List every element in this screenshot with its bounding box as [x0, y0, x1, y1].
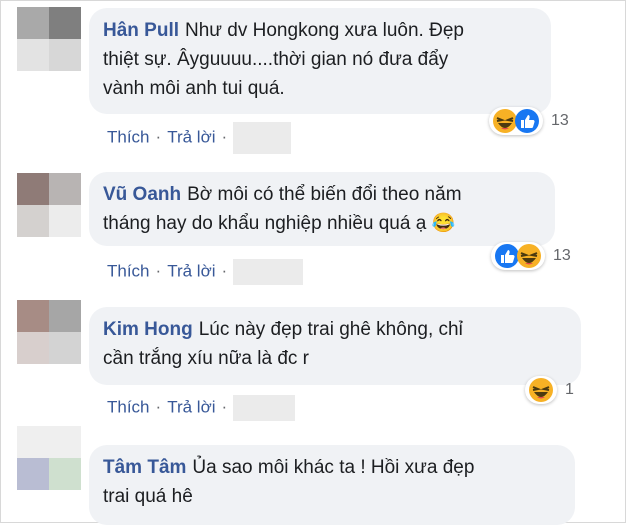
reaction-count: 13 [553, 247, 571, 264]
comment-bubble: Vũ Oanh Bờ môi có thể biến đổi theo năm t… [89, 172, 555, 246]
avatar-tile [49, 332, 81, 364]
comment-text-line: vành môi anh tui quá. [103, 78, 285, 99]
comment-author[interactable]: Hân Pull [103, 20, 179, 41]
avatar[interactable] [17, 173, 81, 237]
avatar-tile [17, 458, 49, 490]
comment-text-line: Lúc này đẹp trai ghê không, chỉ [198, 319, 463, 340]
comment-text-line: Bờ môi có thể biến đổi theo năm [187, 184, 462, 205]
avatar-tile [17, 173, 49, 205]
avatar-tile [49, 426, 81, 458]
separator-dot: · [221, 127, 228, 147]
avatar-tile [49, 7, 81, 39]
reaction-summary[interactable]: 13 [489, 105, 569, 137]
avatar[interactable] [17, 7, 81, 71]
reaction-summary[interactable]: 1 [525, 374, 574, 406]
comment-actions: Thích · Trả lời · [107, 259, 304, 285]
reaction-icons [489, 107, 543, 135]
separator-dot: · [221, 261, 228, 281]
avatar-tile [49, 173, 81, 205]
avatar-tile [17, 426, 49, 458]
like-link[interactable]: Thích [107, 127, 150, 146]
avatar-tile [17, 332, 49, 364]
haha-icon [517, 244, 541, 268]
reply-link[interactable]: Trả lời [167, 127, 215, 146]
avatar[interactable] [17, 300, 81, 364]
haha-icon [529, 378, 553, 402]
redacted-timestamp [233, 122, 292, 154]
comment-author[interactable]: Vũ Oanh [103, 184, 181, 205]
avatar-tile [17, 205, 49, 237]
reaction-icons [491, 242, 545, 270]
comment-actions: Thích · Trả lời · [107, 122, 292, 154]
redacted-timestamp [233, 395, 296, 421]
separator-dot: · [221, 397, 228, 417]
like-link[interactable]: Thích [107, 397, 150, 416]
comment-text-line: cần trắng xíu nữa là đc r [103, 348, 309, 369]
comment-bubble: Hân Pull Như dv Hongkong xưa luôn. Đẹp th… [89, 8, 551, 114]
comment-author[interactable]: Kim Hong [103, 319, 193, 340]
avatar-tile [17, 300, 49, 332]
avatar-tile [49, 458, 81, 490]
like-link[interactable]: Thích [107, 261, 150, 280]
comment-text-line: Ủa sao môi khác ta ! Hồi xưa đẹp [192, 457, 475, 478]
reaction-summary[interactable]: 13 [491, 240, 571, 272]
like-icon [515, 109, 539, 133]
separator-dot: · [155, 261, 162, 281]
comment-text-line: tháng hay do khẩu nghiệp nhiều quá ạ 😂 [103, 213, 456, 234]
reaction-count: 1 [565, 381, 574, 398]
avatar-tile [49, 39, 81, 71]
reaction-count: 13 [551, 112, 569, 129]
avatar-tile [49, 205, 81, 237]
reply-link[interactable]: Trả lời [167, 261, 215, 280]
comment-bubble: Tâm Tâm Ủa sao môi khác ta ! Hồi xưa đẹp … [89, 445, 575, 525]
redacted-timestamp [233, 259, 304, 285]
comment-text-line: trai quá hê [103, 486, 193, 507]
reaction-icons [525, 376, 557, 404]
avatar-tile [49, 300, 81, 332]
reply-link[interactable]: Trả lời [167, 397, 215, 416]
comment-actions: Thích · Trả lời · [107, 395, 296, 421]
separator-dot: · [155, 397, 162, 417]
comment-text-line: thiệt sự. Âyguuuu....thời gian nó đưa đẩ… [103, 49, 449, 70]
avatar-tile [17, 39, 49, 71]
avatar-tile [17, 7, 49, 39]
comment-text-line: Như dv Hongkong xưa luôn. Đẹp [185, 20, 464, 41]
separator-dot: · [155, 127, 162, 147]
comment-author[interactable]: Tâm Tâm [103, 457, 186, 478]
avatar[interactable] [17, 426, 81, 490]
comment-bubble: Kim Hong Lúc này đẹp trai ghê không, chỉ … [89, 307, 581, 385]
